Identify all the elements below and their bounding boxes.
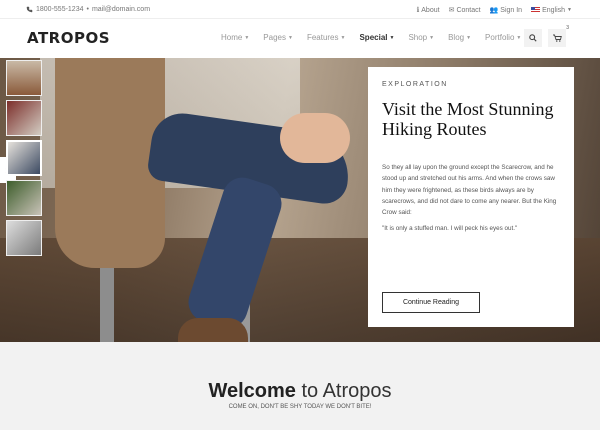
main-header: ATROPOS Home ▼ Pages ▼ Features ▼ Special ▼ … bbox=[0, 19, 600, 58]
top-bar: 1800-555-1234 • mail@domain.com ℹ About … bbox=[0, 0, 600, 19]
nav-label: Special bbox=[359, 33, 388, 42]
phone-icon bbox=[26, 6, 33, 13]
about-label: About bbox=[421, 6, 440, 14]
nav-label: Blog bbox=[448, 33, 465, 42]
caret-down-icon: ▼ bbox=[287, 34, 293, 41]
cart-count-badge: 3 bbox=[566, 25, 569, 31]
caret-down-icon: ▼ bbox=[567, 7, 572, 13]
us-flag-icon bbox=[531, 7, 541, 13]
welcome-subheading: COME ON, DON'T BE SHY TODAY WE DON'T BIT… bbox=[228, 404, 372, 410]
slide-thumbnail[interactable] bbox=[6, 60, 42, 96]
language-label: English bbox=[542, 6, 566, 14]
nav-home[interactable]: Home ▼ bbox=[221, 33, 249, 42]
continue-reading-button[interactable]: Continue Reading bbox=[382, 292, 480, 313]
slider-thumbnails bbox=[6, 60, 42, 260]
nav-features[interactable]: Features ▼ bbox=[307, 33, 346, 42]
welcome-heading-bold: Welcome bbox=[208, 380, 296, 402]
nav-label: Home bbox=[221, 33, 243, 42]
caret-down-icon: ▼ bbox=[389, 34, 395, 41]
contact-label: Contact bbox=[456, 6, 481, 14]
nav-blog[interactable]: Blog ▼ bbox=[448, 33, 471, 42]
nav-shop[interactable]: Shop ▼ bbox=[408, 33, 434, 42]
slide-thumbnail[interactable] bbox=[6, 100, 42, 136]
caret-down-icon: ▼ bbox=[429, 34, 435, 41]
hero-card: EXPLORATION Visit the Most Stunning Hiki… bbox=[368, 67, 574, 327]
sign-in-label: Sign In bbox=[500, 6, 523, 14]
slide-thumbnail-active[interactable] bbox=[6, 140, 42, 176]
card-title: Visit the Most Stunning Hiking Routes bbox=[382, 99, 554, 139]
nav-label: Pages bbox=[263, 33, 286, 42]
info-icon: ℹ bbox=[416, 7, 420, 14]
contact-link[interactable]: ✉ Contact bbox=[448, 6, 481, 15]
about-link[interactable]: ℹ About bbox=[416, 6, 440, 15]
users-icon: 👥 bbox=[489, 7, 499, 14]
nav-label: Features bbox=[306, 33, 339, 42]
separator: • bbox=[86, 6, 89, 13]
welcome-heading: Welcome to Atropos bbox=[0, 380, 600, 403]
caret-down-icon: ▼ bbox=[466, 34, 472, 41]
search-button[interactable] bbox=[524, 29, 542, 47]
email-link[interactable]: mail@domain.com bbox=[92, 6, 150, 13]
card-quote: "It is only a stuffed man. I will peck h… bbox=[382, 225, 518, 233]
card-eyebrow: EXPLORATION bbox=[382, 81, 448, 88]
nav-label: Portfolio bbox=[485, 33, 515, 42]
caret-down-icon: ▼ bbox=[244, 34, 250, 41]
caret-down-icon: ▼ bbox=[516, 34, 522, 41]
slide-thumbnail[interactable] bbox=[6, 220, 42, 256]
envelope-icon: ✉ bbox=[448, 7, 455, 14]
card-body: So they all lay upon the ground except t… bbox=[382, 164, 557, 217]
nav-pages[interactable]: Pages ▼ bbox=[263, 33, 293, 42]
welcome-section: Welcome to Atropos COME ON, DON'T BE SHY… bbox=[0, 342, 600, 430]
main-nav: Home ▼ Pages ▼ Features ▼ Special ▼ Shop ▼ Bl… bbox=[221, 33, 535, 42]
contact-info: 1800-555-1234 • mail@domain.com bbox=[26, 6, 150, 13]
welcome-heading-rest: to Atropos bbox=[295, 380, 392, 402]
hero-slider: » EXPLORATION Visit the Most Stunning Hi… bbox=[0, 58, 600, 342]
search-icon bbox=[529, 34, 537, 42]
slide-thumbnail[interactable] bbox=[6, 180, 42, 216]
nav-special[interactable]: Special ▼ bbox=[359, 33, 394, 42]
phone-number[interactable]: 1800-555-1234 bbox=[36, 6, 84, 13]
sign-in-link[interactable]: 👥 Sign In bbox=[489, 6, 523, 15]
hero-photo-hands bbox=[280, 113, 350, 163]
site-logo[interactable]: ATROPOS bbox=[27, 29, 110, 47]
cart-button[interactable]: 3 bbox=[548, 25, 569, 47]
nav-portfolio[interactable]: Portfolio ▼ bbox=[485, 33, 521, 42]
cart-icon bbox=[552, 34, 562, 42]
language-select[interactable]: English ▼ bbox=[531, 7, 572, 14]
top-links: ℹ About ✉ Contact 👥 Sign In English ▼ bbox=[416, 6, 572, 15]
caret-down-icon: ▼ bbox=[340, 34, 346, 41]
hero-photo-boot bbox=[178, 318, 248, 342]
nav-label: Shop bbox=[408, 33, 428, 42]
